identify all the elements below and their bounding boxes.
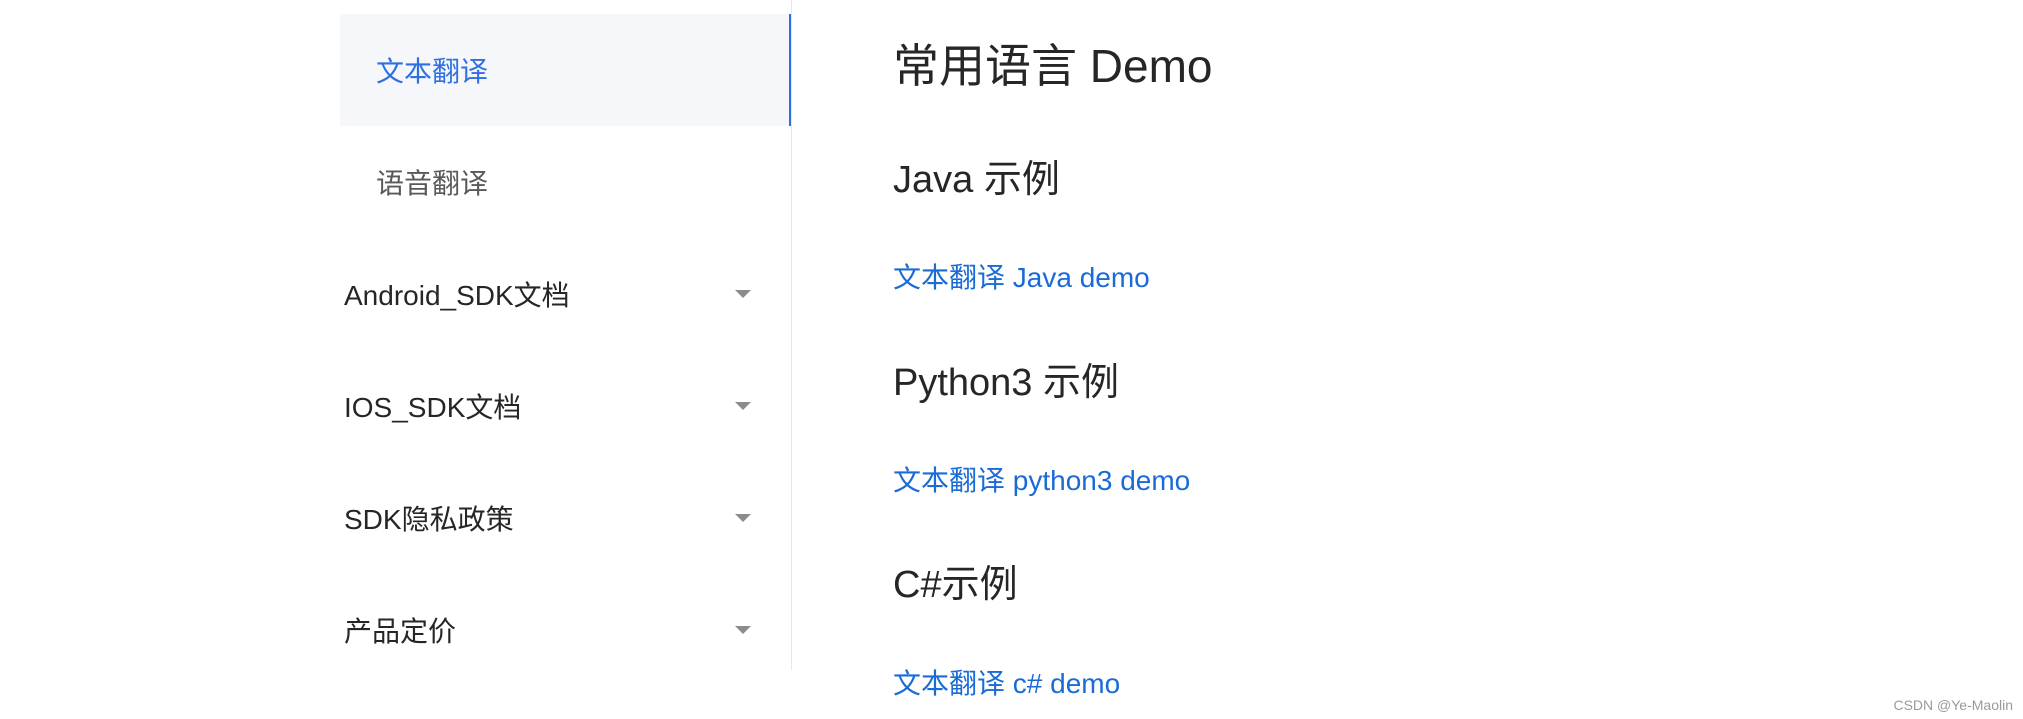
sidebar-item-label: IOS_SDK文档 <box>344 392 522 423</box>
sidebar-item-text-translation[interactable]: 文本翻译 <box>340 14 791 126</box>
chevron-down-icon <box>735 402 751 410</box>
sidebar-item-speech-translation[interactable]: 语音翻译 <box>340 126 791 238</box>
main-content: 常用语言 Demo Java 示例 文本翻译 Java demo Python3… <box>893 0 1893 719</box>
sidebar-item-label: 产品定价 <box>344 616 457 647</box>
link-python3-demo[interactable]: 文本翻译 python3 demo <box>893 463 1190 499</box>
chevron-down-icon <box>735 514 751 522</box>
sidebar-item-ios-sdk[interactable]: IOS_SDK文档 <box>340 350 791 462</box>
page-title: 常用语言 Demo <box>893 40 1213 92</box>
sidebar-item-sdk-privacy[interactable]: SDK隐私政策 <box>340 462 791 574</box>
sidebar-nav: 文本翻译 语音翻译 Android_SDK文档 IOS_SDK文档 SDK隐私政… <box>340 0 792 670</box>
section-heading-java: Java 示例 <box>893 159 1060 201</box>
link-java-demo[interactable]: 文本翻译 Java demo <box>893 260 1150 296</box>
sidebar-item-pricing[interactable]: 产品定价 <box>340 574 791 686</box>
sidebar-item-label: Android_SDK文档 <box>344 280 570 311</box>
sidebar-item-android-sdk[interactable]: Android_SDK文档 <box>340 238 791 350</box>
chevron-down-icon <box>735 290 751 298</box>
sidebar-item-label: 语音翻译 <box>376 168 489 199</box>
section-heading-csharp: C#示例 <box>893 564 1018 606</box>
sidebar-item-label: 文本翻译 <box>376 56 489 87</box>
watermark: CSDN @Ye-Maolin <box>1893 697 2013 713</box>
section-heading-python3: Python3 示例 <box>893 362 1119 404</box>
sidebar-item-label: SDK隐私政策 <box>344 504 514 535</box>
chevron-down-icon <box>735 626 751 634</box>
link-csharp-demo[interactable]: 文本翻译 c# demo <box>893 666 1120 702</box>
